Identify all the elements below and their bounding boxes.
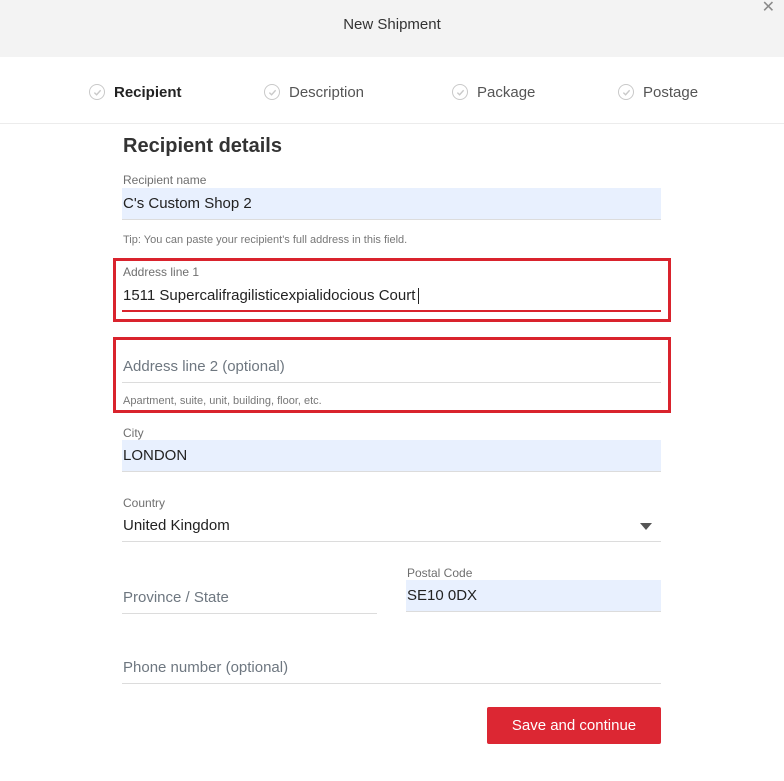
chevron-down-icon[interactable]	[640, 523, 652, 530]
close-icon[interactable]: ✕	[762, 0, 775, 16]
modal-header: New Shipment ✕	[0, 0, 784, 57]
check-circle-icon	[452, 84, 468, 100]
step-label: Recipient	[114, 83, 182, 101]
postal-code-input[interactable]	[406, 580, 661, 612]
save-and-continue-button[interactable]: Save and continue	[487, 707, 661, 744]
recipient-name-tip: Tip: You can paste your recipient's full…	[123, 234, 408, 246]
check-circle-icon	[618, 84, 634, 100]
step-package[interactable]: Package	[452, 82, 535, 102]
recipient-name-label: Recipient name	[123, 173, 207, 187]
modal-title: New Shipment	[343, 16, 441, 33]
address-line-1-input[interactable]	[122, 280, 661, 312]
phone-number-input[interactable]	[122, 652, 661, 684]
step-description[interactable]: Description	[264, 82, 364, 102]
step-postage[interactable]: Postage	[618, 82, 698, 102]
check-circle-icon	[264, 84, 280, 100]
address-line-1-label: Address line 1	[123, 265, 200, 279]
country-label: Country	[123, 496, 166, 510]
city-label: City	[123, 426, 144, 440]
section-title: Recipient details	[123, 135, 282, 157]
country-value: United Kingdom	[123, 517, 230, 534]
province-state-input[interactable]	[122, 582, 377, 614]
check-circle-icon	[89, 84, 105, 100]
address-line-2-hint: Apartment, suite, unit, building, floor,…	[123, 395, 322, 407]
recipient-name-input[interactable]	[122, 188, 661, 220]
postal-code-label: Postal Code	[407, 566, 473, 580]
step-label: Description	[289, 83, 365, 101]
step-label: Package	[477, 83, 536, 101]
address-line-2-input[interactable]	[122, 351, 661, 383]
step-bar: Recipient Description Package Postage	[0, 57, 784, 124]
country-select[interactable]: United Kingdom	[122, 510, 661, 542]
text-caret	[418, 288, 419, 304]
city-input[interactable]	[122, 440, 661, 472]
step-recipient[interactable]: Recipient	[89, 82, 182, 102]
step-label: Postage	[643, 83, 699, 101]
